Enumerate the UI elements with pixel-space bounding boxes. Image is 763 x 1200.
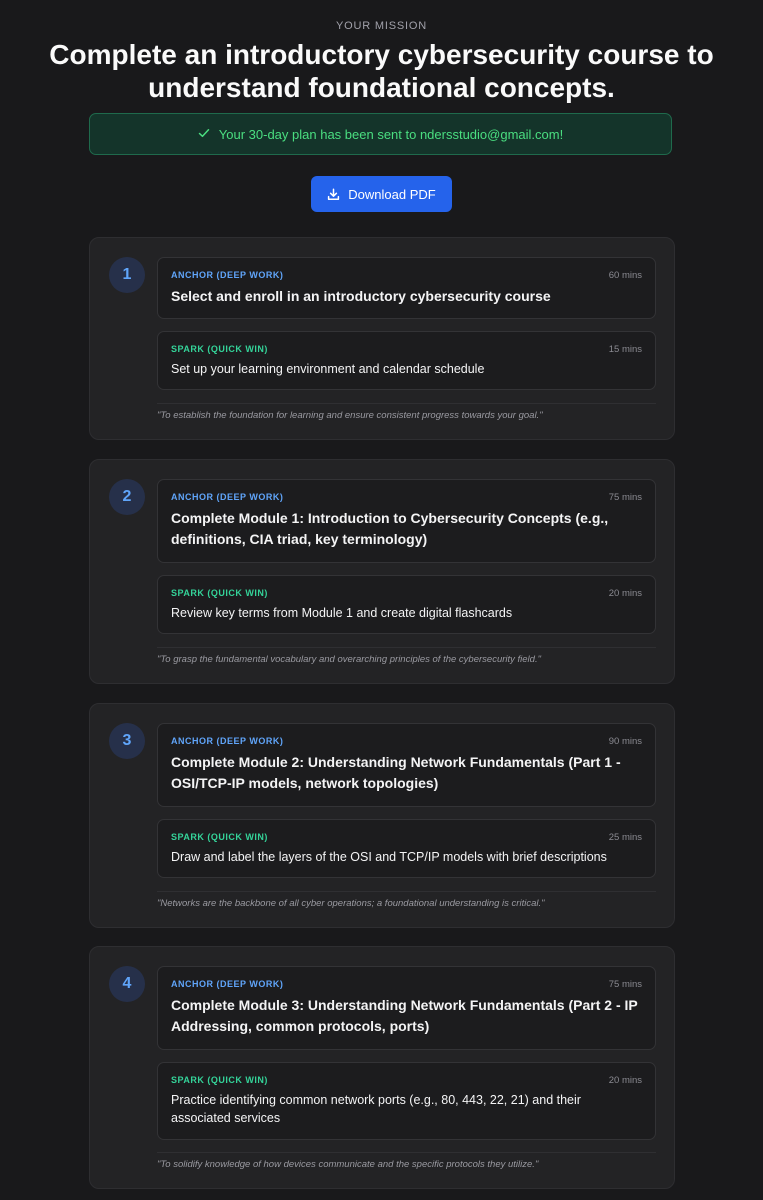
anchor-type-label: ANCHOR (DEEP WORK) xyxy=(171,736,284,746)
anchor-type-label: ANCHOR (DEEP WORK) xyxy=(171,270,284,280)
anchor-task[interactable]: ANCHOR (DEEP WORK) 60 mins Select and en… xyxy=(157,257,656,319)
spark-task[interactable]: SPARK (QUICK WIN) 15 mins Set up your le… xyxy=(157,331,656,390)
mission-label: YOUR MISSION xyxy=(336,20,427,32)
spark-type-label: SPARK (QUICK WIN) xyxy=(171,1075,268,1085)
download-pdf-label: Download PDF xyxy=(348,186,436,202)
step-rationale: "To solidify knowledge of how devices co… xyxy=(157,1159,539,1170)
step-card: 1 ANCHOR (DEEP WORK) 60 mins Select and … xyxy=(89,237,675,440)
spark-task-title: Draw and label the layers of the OSI and… xyxy=(171,850,607,864)
step-number: 2 xyxy=(109,479,145,515)
step-card: 4 ANCHOR (DEEP WORK) 75 mins Complete Mo… xyxy=(89,946,675,1189)
spark-task[interactable]: SPARK (QUICK WIN) 20 mins Review key ter… xyxy=(157,575,656,634)
success-banner: Your 30-day plan has been sent to nderss… xyxy=(89,113,672,155)
task-duration: 60 mins xyxy=(608,270,642,281)
step-card: 3 ANCHOR (DEEP WORK) 90 mins Complete Mo… xyxy=(89,703,675,928)
task-duration: 75 mins xyxy=(608,492,642,503)
anchor-task-title: Select and enroll in an introductory cyb… xyxy=(171,288,551,304)
spark-task-title: Review key terms from Module 1 and creat… xyxy=(171,606,513,620)
step-number: 1 xyxy=(109,257,145,293)
spark-type-label: SPARK (QUICK WIN) xyxy=(171,832,268,842)
task-duration: 75 mins xyxy=(608,979,642,990)
step-card: 2 ANCHOR (DEEP WORK) 75 mins Complete Mo… xyxy=(89,459,675,684)
task-duration: 20 mins xyxy=(608,588,642,599)
divider xyxy=(157,891,656,892)
anchor-task[interactable]: ANCHOR (DEEP WORK) 75 mins Complete Modu… xyxy=(157,966,656,1050)
spark-task-title: Practice identifying common network port… xyxy=(171,1093,581,1125)
mission-title: Complete an introductory cybersecurity c… xyxy=(49,39,714,103)
spark-task[interactable]: SPARK (QUICK WIN) 25 mins Draw and label… xyxy=(157,819,656,878)
success-message: Your 30-day plan has been sent to nderss… xyxy=(218,126,564,142)
download-icon xyxy=(328,187,340,200)
task-duration: 90 mins xyxy=(608,736,642,747)
task-duration: 25 mins xyxy=(608,832,642,843)
step-number: 4 xyxy=(109,966,145,1002)
spark-task[interactable]: SPARK (QUICK WIN) 20 mins Practice ident… xyxy=(157,1062,656,1140)
spark-type-label: SPARK (QUICK WIN) xyxy=(171,344,268,354)
task-duration: 15 mins xyxy=(608,344,642,355)
step-number: 3 xyxy=(109,723,145,759)
check-icon xyxy=(198,127,210,141)
divider xyxy=(157,1152,656,1153)
divider xyxy=(157,647,656,648)
anchor-type-label: ANCHOR (DEEP WORK) xyxy=(171,979,284,989)
spark-task-title: Set up your learning environment and cal… xyxy=(171,362,485,376)
download-pdf-button[interactable]: Download PDF xyxy=(311,176,452,212)
anchor-task-title: Complete Module 2: Understanding Network… xyxy=(171,754,621,791)
step-rationale: "To establish the foundation for learnin… xyxy=(157,410,543,421)
anchor-task-title: Complete Module 3: Understanding Network… xyxy=(171,997,638,1034)
task-duration: 20 mins xyxy=(608,1075,642,1086)
divider xyxy=(157,403,656,404)
step-rationale: "Networks are the backbone of all cyber … xyxy=(157,898,545,909)
spark-type-label: SPARK (QUICK WIN) xyxy=(171,588,268,598)
anchor-task-title: Complete Module 1: Introduction to Cyber… xyxy=(171,510,609,547)
anchor-task[interactable]: ANCHOR (DEEP WORK) 90 mins Complete Modu… xyxy=(157,723,656,807)
anchor-task[interactable]: ANCHOR (DEEP WORK) 75 mins Complete Modu… xyxy=(157,479,656,563)
anchor-type-label: ANCHOR (DEEP WORK) xyxy=(171,492,284,502)
step-rationale: "To grasp the fundamental vocabulary and… xyxy=(157,654,541,665)
